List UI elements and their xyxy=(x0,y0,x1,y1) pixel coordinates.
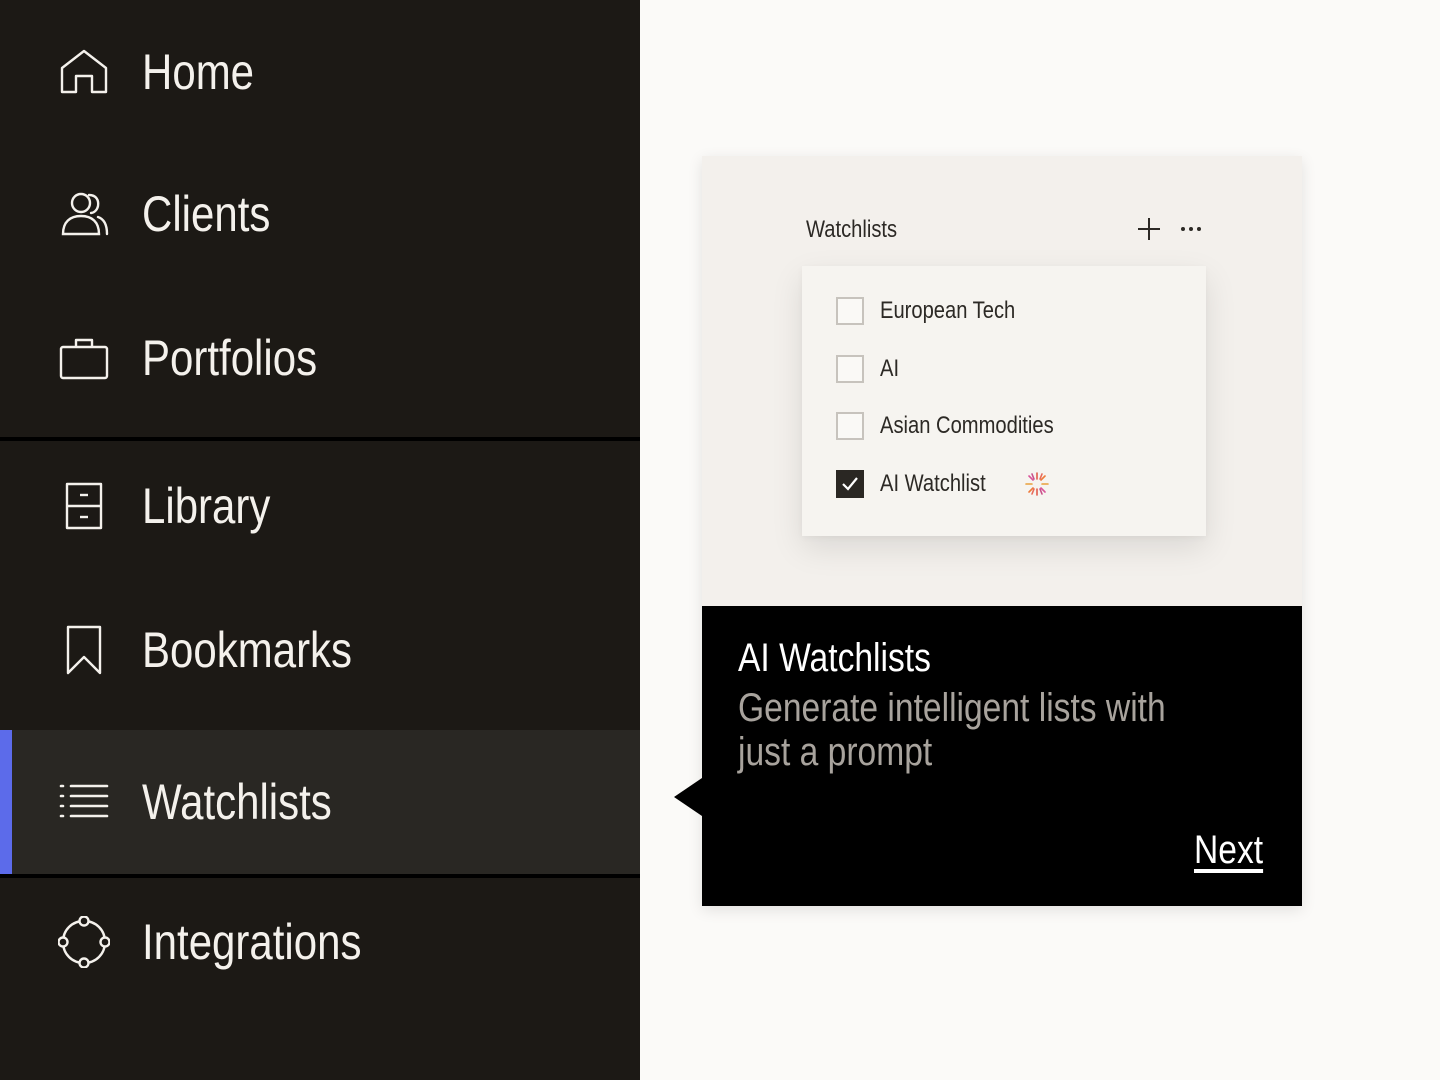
plus-icon[interactable] xyxy=(1134,214,1164,244)
watchlist-option[interactable]: Asian Commodities xyxy=(836,411,1176,441)
option-checkbox[interactable] xyxy=(836,297,864,325)
preview-title: Watchlists xyxy=(806,216,898,243)
bookmark-icon xyxy=(58,624,110,676)
sidebar-item-label: Library xyxy=(142,478,271,534)
sidebar-item-label: Integrations xyxy=(142,914,362,970)
tooltip-description: Generate intelligent lists with just a p… xyxy=(738,686,1166,774)
sidebar-item-portfolios[interactable]: Portfolios xyxy=(0,286,640,430)
option-label: European Tech xyxy=(880,297,1016,324)
onboarding-tooltip: Watchlists European Tech AI Asian Commod… xyxy=(702,156,1302,906)
tooltip-body: AI Watchlists Generate intelligent lists… xyxy=(702,606,1302,906)
sidebar-item-watchlists[interactable]: Watchlists xyxy=(0,730,640,874)
sidebar-item-library[interactable]: Library xyxy=(0,434,640,578)
option-label: Asian Commodities xyxy=(880,412,1054,439)
next-button[interactable]: Next xyxy=(1194,828,1263,873)
sidebar: Home Clients Portfolios Library Bookmark… xyxy=(0,0,640,1080)
preview-actions xyxy=(1134,214,1206,244)
sidebar-item-label: Home xyxy=(142,44,255,100)
feature-preview: Watchlists European Tech AI Asian Commod… xyxy=(702,156,1302,606)
option-checkbox[interactable] xyxy=(836,355,864,383)
sidebar-item-bookmarks[interactable]: Bookmarks xyxy=(0,578,640,722)
watchlist-dropdown: European Tech AI Asian Commodities AI Wa… xyxy=(802,266,1206,536)
sidebar-item-label: Watchlists xyxy=(142,774,332,830)
sidebar-item-label: Portfolios xyxy=(142,330,318,386)
option-label: AI xyxy=(880,355,900,382)
watchlist-option[interactable]: European Tech xyxy=(836,296,1176,326)
home-icon xyxy=(58,46,110,98)
option-label: AI Watchlist xyxy=(880,470,986,497)
sidebar-item-clients[interactable]: Clients xyxy=(0,142,640,286)
sidebar-item-label: Bookmarks xyxy=(142,622,353,678)
tooltip-title: AI Watchlists xyxy=(738,636,931,680)
tooltip-pointer xyxy=(674,778,702,816)
sidebar-item-home[interactable]: Home xyxy=(0,0,640,144)
users-icon xyxy=(58,188,110,240)
watchlist-option[interactable]: AI Watchlist xyxy=(836,469,1176,499)
option-checkbox[interactable] xyxy=(836,412,864,440)
sidebar-item-label: Clients xyxy=(142,186,271,242)
cabinet-icon xyxy=(58,480,110,532)
option-checkbox[interactable] xyxy=(836,470,864,498)
sidebar-item-integrations[interactable]: Integrations xyxy=(0,870,640,1014)
more-icon[interactable] xyxy=(1176,214,1206,244)
check-icon xyxy=(842,477,858,491)
briefcase-icon xyxy=(58,332,110,384)
list-icon xyxy=(58,776,110,828)
sparkle-icon xyxy=(1025,472,1049,496)
active-indicator xyxy=(0,730,12,874)
integrations-icon xyxy=(58,916,110,968)
watchlist-option[interactable]: AI xyxy=(836,354,1176,384)
